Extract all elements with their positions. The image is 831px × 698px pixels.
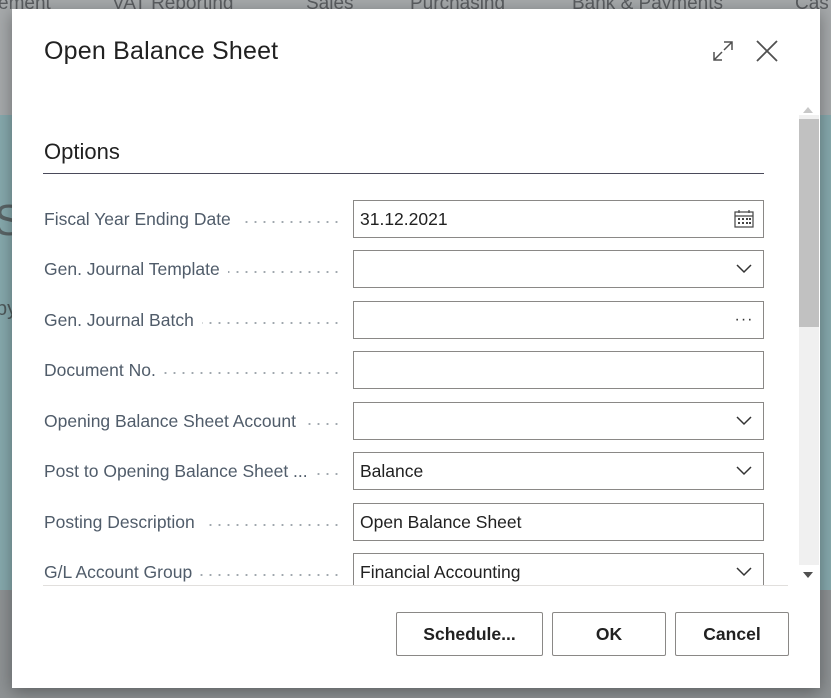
gen-journal-template-select[interactable] [353,250,764,288]
section-divider [43,173,764,174]
chevron-down-icon[interactable] [733,251,755,287]
chevron-down-icon[interactable] [733,554,755,585]
field-row-opening-balance-sheet-account: Opening Balance Sheet Account [12,402,796,440]
close-icon [756,40,778,62]
field-label: Gen. Journal Batch [44,301,340,339]
field-row-fiscal-year-ending-date: Fiscal Year Ending Date 31.12.2021 [12,200,796,238]
field-label: Post to Opening Balance Sheet ... [44,452,340,490]
field-label: Document No. [44,351,340,389]
schedule-button[interactable]: Schedule... [396,612,543,656]
vertical-scrollbar[interactable] [797,95,819,585]
posting-description-input[interactable]: Open Balance Sheet [353,503,764,541]
document-no-input[interactable] [353,351,764,389]
field-label: Opening Balance Sheet Account [44,402,340,440]
field-row-post-to-opening-balance-sheet: Post to Opening Balance Sheet ... Balanc… [12,452,796,490]
field-row-document-no: Document No. [12,351,796,389]
field-row-posting-description: Posting Description Open Balance Sheet [12,503,796,541]
ellipsis-icon[interactable]: ··· [733,302,755,338]
chevron-down-icon[interactable] [733,403,755,439]
options-scroll-area[interactable]: Options Fiscal Year Ending Date 31.12.20… [12,95,796,585]
field-label: Fiscal Year Ending Date [44,200,340,238]
cancel-button[interactable]: Cancel [675,612,789,656]
footer-divider [43,585,788,586]
gen-journal-batch-lookup[interactable]: ··· [353,301,764,339]
scrollbar-thumb[interactable] [799,119,819,327]
fiscal-year-ending-date-input[interactable]: 31.12.2021 [353,200,764,238]
section-title-options: Options [44,139,120,164]
field-label: Posting Description [44,503,340,541]
post-to-opening-balance-sheet-select[interactable]: Balance [353,452,764,490]
dialog-title: Open Balance Sheet [44,37,279,65]
scroll-down-arrow-icon[interactable] [802,566,814,584]
calendar-icon[interactable] [733,201,755,237]
opening-balance-sheet-account-select[interactable] [353,402,764,440]
open-balance-sheet-dialog: Open Balance Sheet Options Fiscal Year E… [12,9,820,688]
expand-icon [713,41,733,61]
gl-account-group-select[interactable]: Financial Accounting [353,553,764,585]
chevron-down-icon[interactable] [733,453,755,489]
field-label: G/L Account Group [44,553,340,585]
field-row-gl-account-group: G/L Account Group Financial Accounting [12,553,796,585]
close-button[interactable] [749,33,785,69]
field-label: Gen. Journal Template [44,250,340,288]
field-row-gen-journal-template: Gen. Journal Template [12,250,796,288]
field-row-gen-journal-batch: Gen. Journal Batch ··· [12,301,796,339]
expand-button[interactable] [705,33,741,69]
ok-button[interactable]: OK [552,612,666,656]
scroll-up-arrow-icon[interactable] [802,101,814,119]
